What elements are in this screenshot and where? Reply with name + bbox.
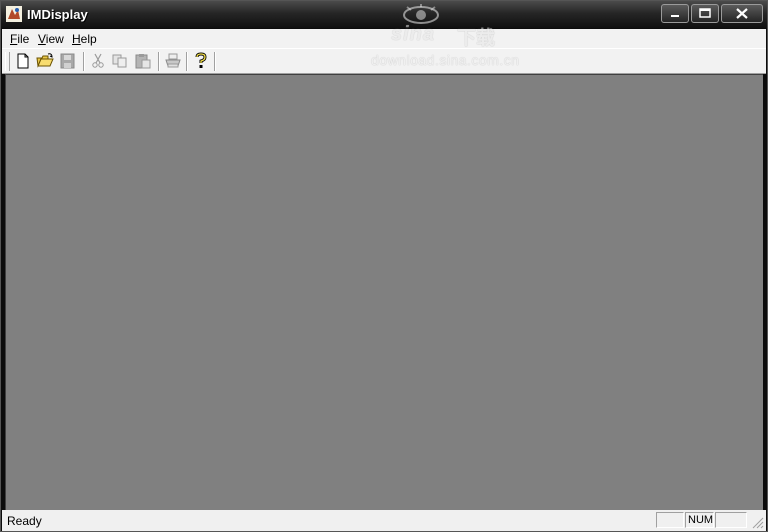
window-controls [659, 4, 763, 23]
print-button[interactable] [163, 52, 183, 70]
copy-icon [112, 54, 127, 68]
status-pane-caps [656, 512, 684, 528]
app-window: IMDisplay sina 下载 download.sina.com.cn F… [0, 0, 768, 532]
menu-help-accel: H [72, 32, 81, 46]
minimize-button[interactable] [661, 4, 689, 23]
open-folder-icon [36, 53, 54, 68]
toolbar-separator [158, 52, 160, 71]
paste-clipboard-icon [135, 54, 151, 69]
menu-help-rest: elp [80, 32, 97, 46]
printer-icon [165, 53, 181, 68]
maximize-icon [699, 8, 711, 18]
save-file-button[interactable] [58, 52, 78, 70]
open-file-button[interactable] [35, 52, 55, 70]
menu-help[interactable]: Help [72, 32, 97, 46]
save-disk-icon [60, 53, 75, 69]
toolbar-separator [214, 52, 216, 71]
paste-button[interactable] [133, 52, 153, 70]
window-title: IMDisplay [27, 7, 88, 22]
status-pane-scroll [715, 512, 747, 528]
toolbar-separator [83, 52, 85, 71]
menu-view[interactable]: View [38, 32, 64, 46]
menu-bar: File View Help [2, 29, 766, 48]
scissors-icon [92, 53, 104, 68]
toolbar-separator [186, 52, 188, 71]
resize-grip-icon[interactable] [752, 517, 764, 529]
document-view-area[interactable] [5, 74, 763, 510]
new-file-button[interactable] [13, 52, 33, 70]
help-question-icon [195, 52, 207, 68]
menu-file-rest: ile [17, 32, 30, 46]
menu-view-rest: iew [45, 32, 64, 46]
status-pane-num: NUM [685, 512, 714, 528]
copy-button[interactable] [110, 52, 130, 70]
status-bar: Ready NUM [2, 510, 766, 531]
maximize-button[interactable] [691, 4, 719, 23]
menu-file[interactable]: File [10, 32, 29, 46]
menu-view-accel: V [38, 32, 46, 46]
about-button[interactable] [191, 52, 211, 70]
close-icon [736, 8, 748, 19]
close-button[interactable] [721, 4, 763, 23]
status-text: Ready [7, 514, 42, 528]
cut-button[interactable] [88, 52, 108, 70]
toolbar-grip[interactable] [5, 52, 10, 71]
new-document-icon [17, 53, 29, 69]
title-bar[interactable]: IMDisplay [1, 1, 767, 28]
app-icon[interactable] [6, 6, 22, 22]
toolbar [2, 48, 766, 74]
minimize-icon [671, 15, 679, 17]
